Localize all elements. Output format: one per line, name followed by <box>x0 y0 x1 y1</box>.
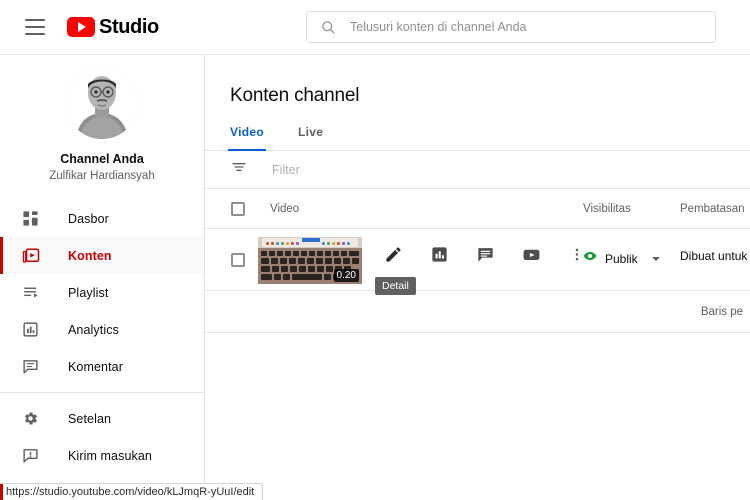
table-row: 0.20 Detail Publik Dibuat untuk <box>205 229 750 295</box>
top-bar: Studio <box>0 0 750 55</box>
comment-box-icon[interactable] <box>462 245 508 264</box>
visibility-cell[interactable]: Publik <box>583 249 660 268</box>
sidebar-item-label: Analytics <box>68 322 119 337</box>
sidebar-item-playlist[interactable]: Playlist <box>0 274 204 311</box>
restrictions-cell: Dibuat untuk A <box>680 249 750 263</box>
youtube-studio-window: Studio Telusuri konten di channel Anda C… <box>0 0 750 500</box>
brand-label: Studio <box>99 15 159 38</box>
visibility-label: Publik <box>605 251 638 266</box>
youtube-play-icon <box>67 17 95 37</box>
column-header-video: Video <box>270 202 300 215</box>
analytics-icon <box>22 321 44 338</box>
row-checkbox[interactable] <box>231 252 245 267</box>
sidebar-divider <box>0 392 204 393</box>
column-header-restrictions: Pembatasan <box>680 202 745 215</box>
content-tabs: Video Live <box>205 125 750 151</box>
feedback-icon <box>22 447 44 464</box>
pencil-icon[interactable] <box>370 245 416 264</box>
filter-icon[interactable] <box>231 159 247 180</box>
studio-logo[interactable]: Studio <box>67 16 159 39</box>
row-action-bar <box>370 245 600 264</box>
user-avatar-photo[interactable] <box>66 67 138 139</box>
sidebar-item-label: Setelan <box>68 411 112 426</box>
chevron-down-icon[interactable] <box>651 256 660 261</box>
laptop-keyboard-thumbnail[interactable]: 0.20 <box>258 237 362 284</box>
sidebar: Channel Anda Zulfikar Hardiansyah Dasbor <box>0 55 205 500</box>
window-edge-accent <box>0 484 3 500</box>
dashboard-icon <box>22 210 44 227</box>
rows-per-page-label[interactable]: Baris pe <box>701 306 743 318</box>
tab-label: Video <box>230 125 264 139</box>
sidebar-item-setelan[interactable]: Setelan <box>0 400 204 437</box>
channel-title: Channel Anda <box>60 152 144 166</box>
status-bar-url: https://studio.youtube.com/video/kLJmqR-… <box>0 483 264 500</box>
select-all-checkbox[interactable] <box>231 201 245 216</box>
content-icon <box>22 247 44 265</box>
channel-block: Channel Anda Zulfikar Hardiansyah <box>0 55 204 182</box>
search-input[interactable] <box>350 20 715 34</box>
gear-icon <box>22 410 44 427</box>
sidebar-item-label: Komentar <box>68 359 123 374</box>
comment-icon <box>22 358 44 375</box>
table-header-row: Video Visibilitas Pembatasan <box>205 189 750 229</box>
sidebar-item-komentar[interactable]: Komentar <box>0 348 204 385</box>
video-duration: 0.20 <box>333 269 359 282</box>
search-icon <box>321 20 336 35</box>
hamburger-icon[interactable] <box>25 19 45 35</box>
detail-tooltip: Detail <box>375 277 416 295</box>
filter-bar[interactable]: Filter <box>205 151 750 189</box>
sidebar-item-konten[interactable]: Konten <box>0 237 204 274</box>
bar-chart-icon[interactable] <box>416 245 462 264</box>
main-content: Konten channel Video Live Filter Video V… <box>205 55 750 500</box>
sidebar-item-label: Kirim masukan <box>68 448 152 463</box>
eye-icon <box>583 249 597 268</box>
sidebar-item-kirim-masukan[interactable]: Kirim masukan <box>0 437 204 474</box>
playlist-icon <box>22 284 44 301</box>
tab-live[interactable]: Live <box>294 125 339 150</box>
tab-label: Live <box>297 125 324 139</box>
sidebar-item-dasbor[interactable]: Dasbor <box>0 200 204 237</box>
tab-video[interactable]: Video <box>228 125 294 151</box>
column-header-visibility: Visibilitas <box>583 202 631 215</box>
sidebar-nav: Dasbor Konten Playlist Analytics Komenta… <box>0 200 204 474</box>
page-title: Konten channel <box>230 85 360 106</box>
search-bar[interactable] <box>306 11 716 43</box>
sidebar-item-label: Konten <box>68 248 112 263</box>
sidebar-item-label: Playlist <box>68 285 109 300</box>
table-footer: Baris pe <box>205 291 750 333</box>
sidebar-item-label: Dasbor <box>68 211 109 226</box>
youtube-play-icon[interactable] <box>508 245 554 264</box>
channel-name: Zulfikar Hardiansyah <box>49 170 155 182</box>
filter-placeholder[interactable]: Filter <box>272 163 300 177</box>
sidebar-item-analytics[interactable]: Analytics <box>0 311 204 348</box>
